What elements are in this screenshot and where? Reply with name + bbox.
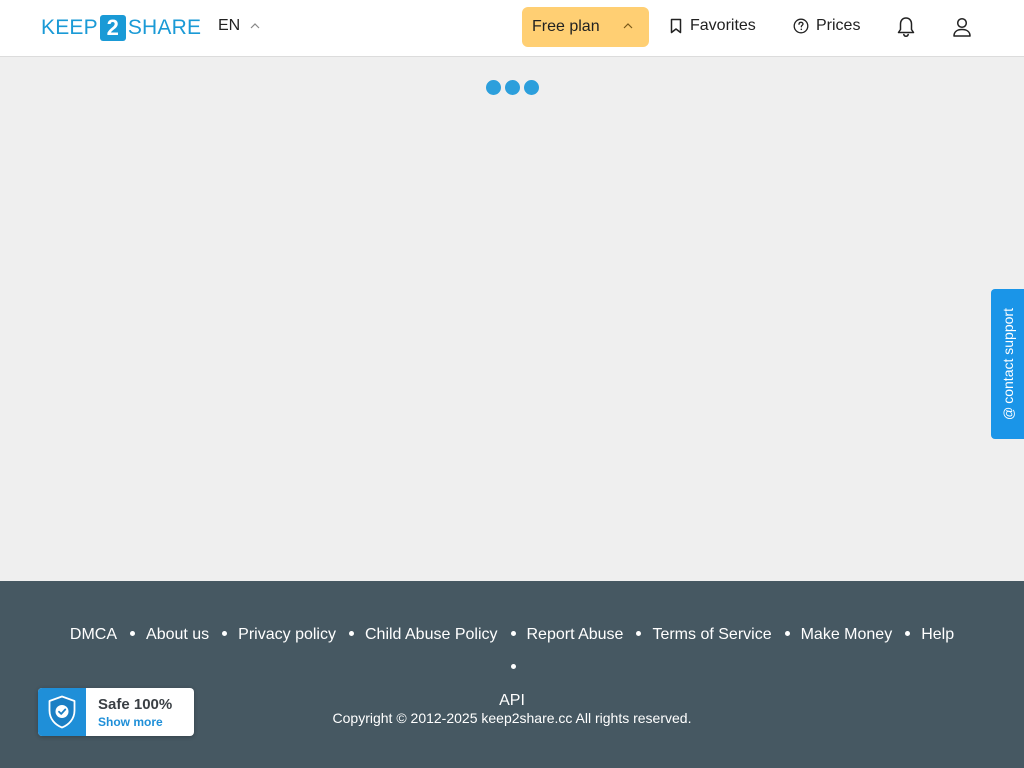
site-logo[interactable]: KEEP 2 SHARE [41, 15, 201, 41]
favorites-label: Favorites [690, 17, 756, 34]
safe-badge-show-more[interactable]: Show more [98, 715, 163, 729]
bookmark-icon [670, 18, 682, 34]
footer-link-help[interactable]: Help [921, 618, 954, 651]
language-label: EN [218, 17, 241, 34]
loading-indicator [486, 80, 539, 95]
footer-separator [130, 631, 136, 637]
shield-box [38, 688, 86, 736]
plan-label: Free plan [532, 18, 600, 35]
loading-dot [505, 80, 520, 95]
bell-icon[interactable] [894, 15, 918, 39]
favorites-link[interactable]: Favorites [669, 17, 756, 35]
help-circle-icon [793, 18, 809, 34]
footer-link-terms[interactable]: Terms of Service [652, 618, 771, 651]
user-icon[interactable] [950, 15, 974, 39]
footer-link-report-abuse[interactable]: Report Abuse [527, 618, 624, 651]
footer-link-dmca[interactable]: DMCA [70, 618, 117, 651]
logo-text-share: SHARE [127, 16, 202, 39]
at-icon: @ [1000, 406, 1015, 420]
logo-text-keep: KEEP [41, 16, 98, 39]
chevron-up-icon [250, 23, 260, 29]
contact-support-label: contact support [999, 308, 1016, 404]
footer-links: DMCA About us Privacy policy Child Abuse Po… [60, 618, 964, 717]
footer-separator [510, 664, 516, 670]
footer-link-privacy[interactable]: Privacy policy [238, 618, 336, 651]
footer-separator [784, 631, 790, 637]
footer-link-child-abuse[interactable]: Child Abuse Policy [365, 618, 498, 651]
footer-separator [222, 631, 228, 637]
footer-link-about[interactable]: About us [146, 618, 209, 651]
safe-badge[interactable]: Safe 100% Show more [38, 688, 194, 736]
footer-separator [348, 631, 354, 637]
safe-badge-title: Safe 100% [98, 696, 173, 713]
prices-link[interactable]: Prices [793, 17, 860, 35]
footer-separator [905, 631, 911, 637]
header: KEEP 2 SHARE EN Free plan Favorites Prices [0, 0, 1024, 57]
shield-check-icon [48, 695, 76, 729]
footer-separator [510, 631, 516, 637]
footer: DMCA About us Privacy policy Child Abuse Po… [0, 581, 1024, 768]
footer-link-make-money[interactable]: Make Money [801, 618, 893, 651]
loading-dot [486, 80, 501, 95]
chevron-up-icon [623, 23, 633, 29]
language-selector[interactable]: EN [218, 17, 260, 35]
loading-dot [524, 80, 539, 95]
plan-dropdown-button[interactable]: Free plan [522, 7, 649, 47]
contact-support-button[interactable]: @ contact support [991, 289, 1024, 439]
logo-text-two: 2 [99, 15, 126, 41]
footer-separator [636, 631, 642, 637]
prices-label: Prices [816, 17, 861, 34]
